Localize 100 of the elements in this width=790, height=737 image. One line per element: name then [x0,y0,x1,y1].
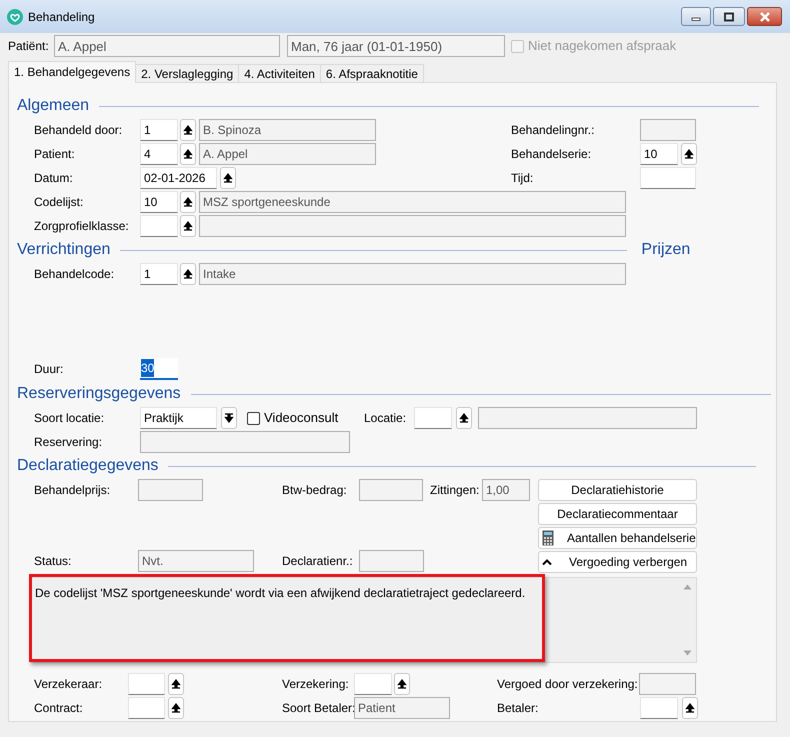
input-field[interactable]: Praktijk [140,407,217,429]
input-field[interactable]: 10 [640,143,678,165]
field-label: Declaratienr.: [282,553,354,570]
checkbox[interactable] [247,412,260,424]
input-field[interactable]: A. Appel [54,35,280,57]
field-label: Behandelcode: [34,266,116,283]
lookup-button[interactable] [168,673,184,695]
input-field[interactable] [639,673,696,695]
caret-up-icon [542,558,552,566]
input-field[interactable]: A. Appel [199,143,376,165]
action-button[interactable]: Declaratiehistorie [538,479,697,501]
input-field[interactable] [359,550,424,572]
field-label: Tijd: [511,170,534,187]
up-arrow-icon [684,149,694,159]
input-field[interactable]: 30 [140,358,178,380]
tab[interactable]: 2. Verslaglegging [135,64,240,83]
minimize-button[interactable] [681,7,711,26]
up-arrow-icon [171,703,181,713]
field-label: Betaler: [497,700,540,717]
section-title: Reserveringsgegevens [17,384,181,404]
close-icon [758,12,770,22]
lookup-button[interactable] [394,673,410,695]
up-arrow-icon [171,679,181,689]
field-label: Locatie: [364,410,408,427]
lookup-button[interactable] [682,697,698,719]
scroll-down-icon [683,650,692,656]
field-label: Duur: [34,361,64,378]
input-field[interactable]: Intake [199,263,626,285]
input-field[interactable]: Nvt. [138,550,254,572]
input-field[interactable] [199,215,626,237]
input-field[interactable] [138,479,203,501]
input-field[interactable]: 1,00 [482,479,530,501]
input-field[interactable] [359,479,423,501]
input-field[interactable]: 1 [140,263,178,285]
lookup-button[interactable] [168,697,184,719]
up-arrow-icon [685,703,695,713]
field-label: Behandelprijs: [34,482,112,499]
field-label: Patient: [34,146,76,163]
tab[interactable]: 6. Afspraaknotitie [320,64,424,83]
input-field[interactable]: 1 [140,119,178,141]
field-label: Niet nagekomen afspraak [528,37,676,56]
app-logo-icon [7,8,23,24]
field-label: Codelijst: [34,194,84,211]
up-arrow-icon [183,125,193,135]
lookup-button[interactable] [180,215,196,237]
up-arrow-icon [183,269,193,279]
input-field[interactable]: Man, 76 jaar (01-01-1950) [287,35,505,57]
field-label: Status: [34,553,72,570]
up-arrow-icon [223,173,233,183]
message-text: De codelijst 'MSZ sportgeneeskunde' wordt via een afwijkend declaratietraject gedeclareerd. [35,586,526,600]
field-label: Soort locatie: [34,410,106,427]
field-label: Behandelingnr.: [511,122,596,139]
window-title: Behandeling [28,8,95,26]
input-field[interactable]: MSZ sportgeneeskunde [199,191,626,213]
field-label: Behandelserie: [511,146,592,163]
field-label: Behandeld door: [34,122,124,139]
up-arrow-icon [397,679,407,689]
calculator-icon [542,530,554,546]
lookup-button[interactable] [456,407,472,429]
lookup-button[interactable] [681,143,697,165]
maximize-button[interactable] [713,7,745,26]
field-label: Reservering: [34,434,104,451]
input-field[interactable]: 02-01-2026 [140,167,217,189]
lookup-button[interactable] [180,143,196,165]
up-arrow-icon [183,149,193,159]
down-arrow-icon [224,413,234,423]
field-label: Patiënt: [8,38,50,55]
field-label: Zorgprofielklasse: [34,218,130,235]
up-arrow-icon [183,197,193,207]
lookup-button[interactable] [180,119,196,141]
field-label: Vergoed door verzekering: [497,676,639,693]
input-field[interactable] [478,407,697,429]
up-arrow-icon [183,221,193,231]
tab[interactable]: 1. Behandelgegevens [8,61,136,83]
input-field[interactable]: 10 [140,191,178,213]
input-field[interactable]: Patient [354,697,450,719]
section-title: Declaratiegegevens [17,456,158,476]
lookup-button[interactable] [180,263,196,285]
section-title: Prijzen [641,240,690,260]
section-title: Algemeen [17,96,90,116]
action-button[interactable]: Declaratiecommentaar [538,503,697,525]
field-label: Datum: [34,170,74,187]
field-label: Verzekeraar: [34,676,104,693]
field-label: Contract: [34,700,84,717]
lookup-button[interactable] [180,191,196,213]
field-label: Btw-bedrag: [282,482,348,499]
lookup-button[interactable] [220,167,236,189]
section-title: Verrichtingen [17,240,110,260]
action-button[interactable]: Vergoeding verbergen [538,551,697,573]
input-field[interactable]: 4 [140,143,178,165]
action-button[interactable]: Aantallen behandelserie [538,527,697,549]
dropdown-button[interactable] [221,407,237,429]
input-field[interactable]: B. Spinoza [199,119,376,141]
field-label: Zittingen: [430,482,480,499]
field-label: Soort Betaler: [282,700,354,717]
maximize-icon [723,12,735,22]
close-button[interactable] [747,7,782,26]
field-label: Verzekering: [282,676,350,693]
input-field[interactable] [640,119,696,141]
input-field[interactable] [140,431,350,453]
